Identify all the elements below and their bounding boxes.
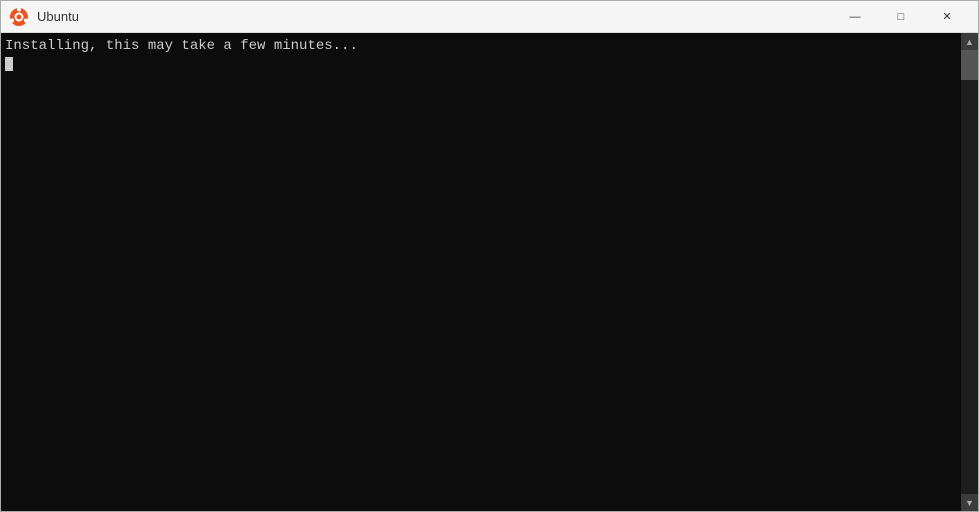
scrollbar-thumb-area [961,50,978,494]
scrollbar-thumb[interactable] [961,50,978,80]
ubuntu-icon [9,7,29,27]
terminal-cursor [5,57,13,71]
scrollbar-up-arrow[interactable]: ▲ [961,33,978,50]
terminal-area[interactable]: Installing, this may take a few minutes.… [1,33,978,511]
window-controls: — □ ✕ [832,1,970,33]
terminal-cursor-line [5,57,957,71]
terminal-content: Installing, this may take a few minutes.… [1,33,961,511]
close-button[interactable]: ✕ [924,1,970,33]
minimize-button[interactable]: — [832,1,878,33]
scrollbar-down-arrow[interactable]: ▼ [961,494,978,511]
scrollbar-track[interactable]: ▲ ▼ [961,33,978,511]
terminal-line-1: Installing, this may take a few minutes.… [5,37,957,57]
titlebar: Ubuntu — □ ✕ [1,1,978,33]
maximize-button[interactable]: □ [878,1,924,33]
window: Ubuntu — □ ✕ Installing, this may take a… [0,0,979,512]
window-title: Ubuntu [37,9,832,24]
